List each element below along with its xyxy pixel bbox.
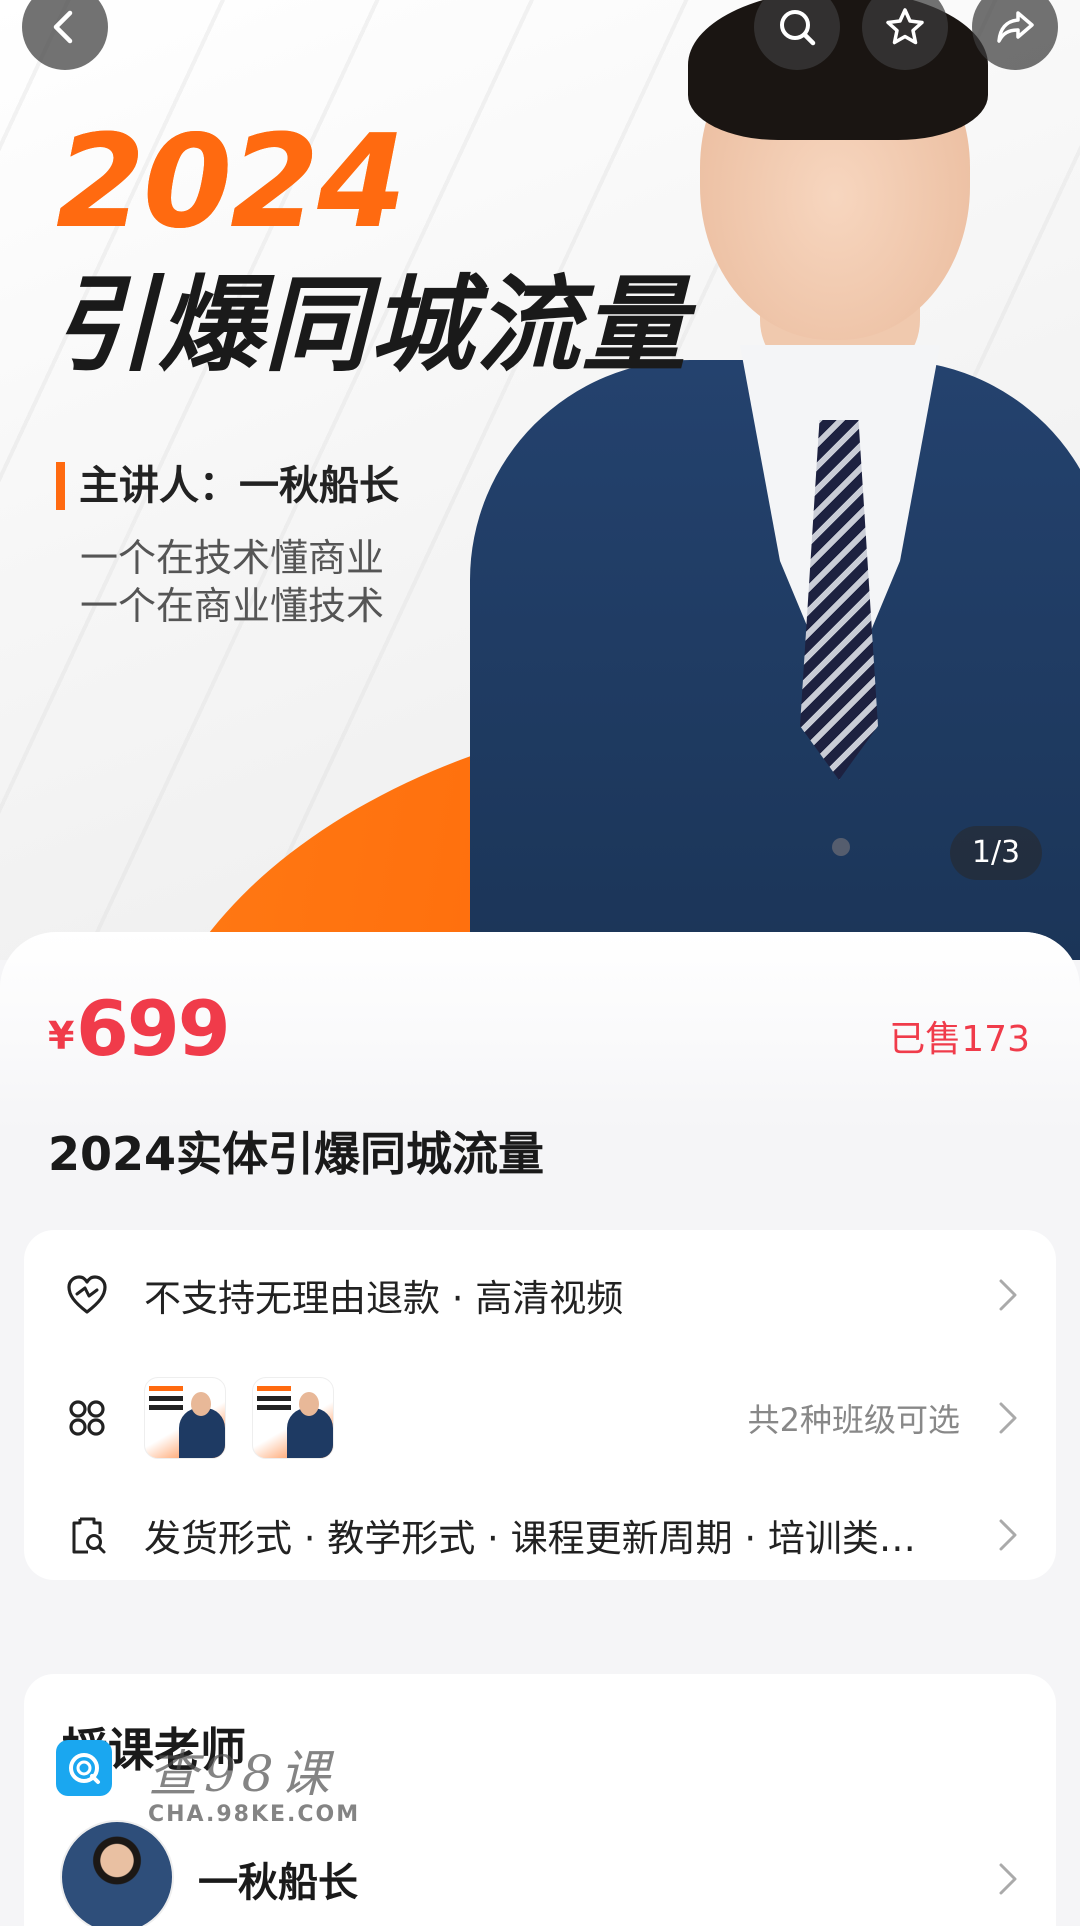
watermark-text: 查98课 xyxy=(148,1745,336,1803)
service-text: 不支持无理由退款 · 高清视频 xyxy=(144,1277,624,1320)
hero-tagline: 一个在商业懂技术 xyxy=(80,584,385,628)
class-thumbnail[interactable] xyxy=(252,1377,334,1459)
share-icon xyxy=(997,11,1034,43)
price-currency: ¥ xyxy=(48,1014,75,1058)
price-value: 699 xyxy=(76,984,231,1073)
detail-row[interactable]: 发货形式 · 教学形式 · 课程更新周期 · 培训类… xyxy=(24,1480,1056,1590)
chevron-right-icon xyxy=(999,1519,1017,1551)
speaker-photo xyxy=(460,0,1080,960)
avatar[interactable] xyxy=(60,1820,174,1926)
hero-speaker: 主讲人：一秋船长 xyxy=(56,462,399,510)
back-icon xyxy=(53,10,73,44)
search-document-icon xyxy=(72,1517,106,1554)
hero-title: 引爆同城流量 xyxy=(52,264,689,386)
detail-text: 发货形式 · 教学形式 · 课程更新周期 · 培训类… xyxy=(144,1517,916,1560)
chevron-right-icon xyxy=(999,1402,1017,1434)
options-grid-icon xyxy=(69,1400,105,1436)
info-card: 不支持无理由退款 · 高清视频 共2种班级可选 发货形式 · 教学形式 · 课程… xyxy=(24,1230,1056,1580)
class-thumbnail[interactable] xyxy=(144,1377,226,1459)
teacher-name[interactable]: 一秋船长 xyxy=(198,1850,358,1908)
chevron-right-icon[interactable] xyxy=(996,1860,1020,1898)
sold-count: 已售173 xyxy=(889,1019,1030,1060)
hero-year: 2024 xyxy=(56,108,406,257)
search-icon xyxy=(780,10,816,46)
chevron-right-icon xyxy=(999,1279,1017,1311)
class-count-hint: 共2种班级可选 xyxy=(747,1401,960,1439)
hero-banner[interactable]: 2024 引爆同城流量 主讲人：一秋船长 一个在技术懂商业 一个在商业懂技术 1… xyxy=(0,0,1080,960)
heart-shield-icon xyxy=(67,1275,107,1314)
hero-tagline: 一个在技术懂商业 xyxy=(80,536,385,580)
image-pager: 1/3 xyxy=(950,826,1042,880)
star-icon xyxy=(886,8,924,45)
watermark-logo-icon xyxy=(56,1740,112,1796)
service-row[interactable]: 不支持无理由退款 · 高清视频 xyxy=(24,1240,1056,1350)
watermark-url: CHA.98KE.COM xyxy=(148,1802,361,1827)
product-title: 2024实体引爆同城流量 xyxy=(48,1127,545,1181)
class-row[interactable]: 共2种班级可选 xyxy=(24,1355,1056,1481)
